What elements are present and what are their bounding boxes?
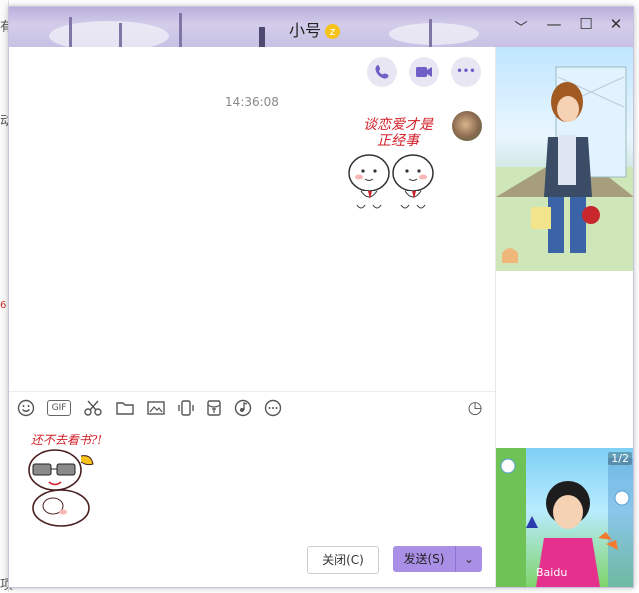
scissors-icon	[84, 400, 102, 416]
voice-call-button[interactable]	[367, 57, 397, 87]
maximize-button[interactable]: ☐	[575, 15, 597, 33]
folder-icon	[116, 402, 134, 415]
message-timestamp: 14:36:08	[225, 95, 279, 109]
user-show-image[interactable]	[496, 47, 633, 271]
more-tools-button[interactable]	[264, 399, 282, 417]
image-icon	[147, 401, 165, 415]
close-button[interactable]: 关闭(C)	[307, 546, 379, 574]
member-badge-icon: z	[325, 24, 341, 39]
background-text-fragment: 6	[0, 300, 7, 311]
emoji-icon	[17, 399, 35, 417]
gif-button[interactable]: GIF	[47, 400, 71, 416]
send-button[interactable]: 发送(S)	[393, 546, 455, 572]
title-bg-tree	[119, 23, 122, 47]
watermark: Baidu	[536, 566, 568, 579]
red-packet-button[interactable]	[205, 399, 223, 417]
shake-button[interactable]	[176, 399, 196, 417]
draft-sticker: 还不去看书?!	[19, 432, 114, 527]
sticker-message[interactable]: 谈恋爱才是 正经事	[343, 117, 443, 217]
title-bg-snow	[389, 23, 479, 45]
collapse-chevron-icon[interactable]: ﹀	[510, 17, 532, 36]
title-bg-snow	[49, 21, 169, 47]
input-toolbar: GIF ◷	[9, 391, 495, 424]
chat-window: 小号 z ﹀ — ☐ ✕ ••• 14:36:08 谈恋爱才是 正经事 GIF …	[8, 6, 634, 588]
send-image-button[interactable]	[146, 399, 166, 417]
video-call-button[interactable]	[409, 57, 439, 87]
title-bg-tree	[179, 13, 182, 47]
red-packet-icon	[207, 400, 221, 416]
video-icon	[416, 67, 432, 77]
gif-icon: GIF	[51, 403, 67, 413]
phone-icon	[375, 65, 389, 79]
send-file-button[interactable]	[115, 399, 135, 417]
more-options-button[interactable]: •••	[451, 57, 481, 87]
glasses-sticker-icon	[28, 449, 94, 527]
couple-sticker-icon	[348, 154, 434, 209]
sticker-caption-line2: 正经事	[377, 133, 419, 149]
title-bg-figure	[259, 27, 265, 47]
contact-name: 小号	[289, 21, 322, 40]
message-history-button[interactable]: ◷	[466, 399, 484, 417]
shake-icon	[178, 400, 194, 416]
dressup-character-image	[496, 66, 633, 271]
show-page-indicator: 1/2	[608, 452, 632, 465]
window-title: 小号 z	[289, 17, 341, 41]
message-area[interactable]: ••• 14:36:08 谈恋爱才是 正经事	[9, 47, 495, 391]
more-icon	[264, 399, 282, 417]
title-bar[interactable]: 小号 z ﹀ — ☐ ✕	[9, 7, 633, 47]
title-bg-tree	[429, 19, 432, 47]
close-window-button[interactable]: ✕	[605, 15, 627, 33]
minimize-button[interactable]: —	[543, 15, 565, 33]
screenshot-button[interactable]	[83, 399, 103, 417]
emoji-button[interactable]	[17, 399, 35, 417]
send-options-dropdown[interactable]: ⌄	[455, 546, 482, 572]
music-button[interactable]	[234, 399, 252, 417]
draft-sticker-caption: 还不去看书?!	[30, 433, 103, 447]
sticker-caption-line1: 谈恋爱才是	[363, 117, 433, 133]
music-icon	[234, 399, 252, 417]
avatar[interactable]	[452, 111, 482, 141]
message-input[interactable]: 还不去看书?! 关闭(C) 发送(S) ⌄	[9, 424, 495, 587]
my-show-image[interactable]: 1/2 Baidu	[496, 448, 633, 587]
title-bg-tree	[69, 17, 72, 47]
history-icon: ◷	[467, 398, 483, 418]
chevron-down-icon: ⌄	[463, 552, 475, 566]
contact-show-panel: 1/2 Baidu	[495, 47, 633, 587]
